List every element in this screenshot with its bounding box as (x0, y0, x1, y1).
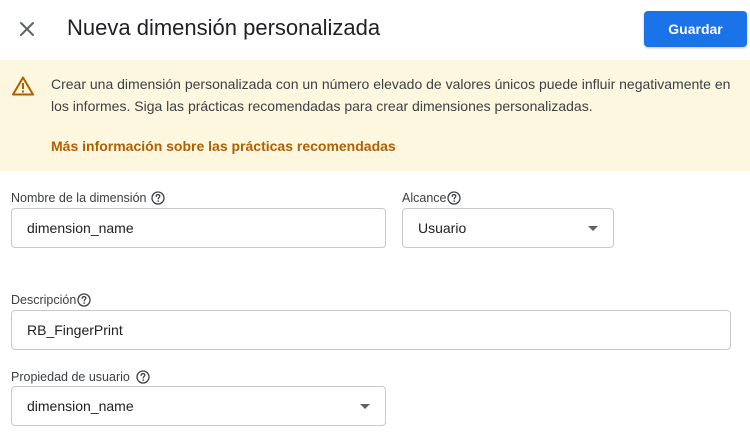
dimension-name-input[interactable]: dimension_name (11, 208, 386, 248)
description-input[interactable]: RB_FingerPrint (11, 310, 731, 350)
dropdown-arrow-icon (360, 404, 370, 409)
scope-label: Alcance (402, 191, 462, 205)
help-icon[interactable] (136, 370, 150, 384)
scope-value: Usuario (418, 220, 467, 236)
save-button[interactable]: Guardar (644, 11, 747, 47)
close-button[interactable] (13, 15, 41, 43)
scope-label-text: Alcance (402, 191, 447, 205)
page-title: Nueva dimensión personalizada (67, 15, 381, 40)
warning-icon (12, 76, 34, 96)
scope-select[interactable]: Usuario (402, 208, 614, 248)
description-label: Descripción (11, 293, 91, 307)
warning-message: Crear una dimensión personalizada con un… (51, 76, 731, 114)
dropdown-arrow-icon (588, 226, 598, 231)
description-label-text: Descripción (11, 293, 77, 307)
user-property-value: dimension_name (27, 398, 134, 414)
close-icon (20, 22, 34, 36)
user-property-label: Propiedad de usuario (11, 370, 150, 384)
dialog-header: Nueva dimensión personalizada Guardar (0, 0, 750, 58)
help-icon[interactable] (77, 293, 91, 307)
user-property-select[interactable]: dimension_name (11, 386, 386, 426)
dimension-name-label-text: Nombre de la dimensión (11, 191, 147, 205)
user-property-label-text: Propiedad de usuario (11, 370, 130, 384)
warning-banner: Crear una dimensión personalizada con un… (0, 60, 750, 171)
help-icon[interactable] (447, 191, 462, 205)
best-practices-link[interactable]: Más información sobre las prácticas reco… (51, 138, 396, 154)
help-icon[interactable] (150, 191, 165, 205)
dimension-name-label: Nombre de la dimensión (11, 191, 165, 205)
